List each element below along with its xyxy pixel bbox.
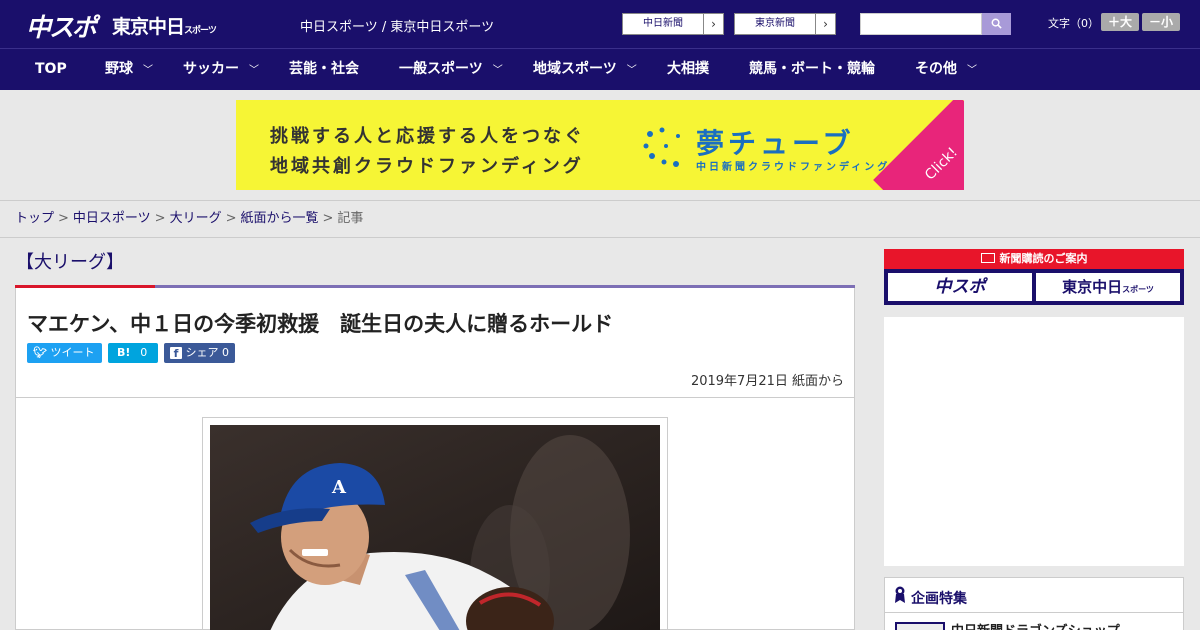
sidebar-ad[interactable] — [884, 317, 1184, 566]
article-headline: マエケン、中１日の今季初救援 誕生日の夫人に贈るホールド — [27, 312, 614, 336]
banner-brand: 夢チューブ — [696, 127, 855, 160]
font-larger-button[interactable]: ＋大 — [1101, 13, 1139, 31]
nav-label: 一般スポーツ — [399, 61, 483, 77]
chevron-down-icon: ﹀ — [143, 65, 153, 76]
article-divider — [16, 397, 854, 398]
breadcrumb-separator: > — [154, 211, 166, 226]
search-input[interactable] — [860, 13, 982, 35]
chevron-right-icon: › — [815, 14, 835, 34]
breadcrumb-current: 記事 — [337, 211, 364, 226]
nav-item-sumo[interactable]: 大相撲 — [667, 49, 709, 91]
nav-item-baseball[interactable]: 野球 ﹀ — [105, 49, 153, 91]
font-smaller-button[interactable]: －小 — [1142, 13, 1180, 31]
search-button[interactable] — [982, 13, 1011, 35]
nav-label: その他 — [915, 61, 957, 77]
banner-line-2: 地域共創クラウドファンディング — [270, 156, 584, 177]
subscription-title: 新聞購読のご案内 — [999, 252, 1088, 265]
subscribe-tokyo-small: スポーツ — [1122, 285, 1154, 294]
breadcrumb: トップ > 中日スポーツ > 大リーグ > 紙面から一覧 > 記事 — [0, 200, 1200, 238]
chunichi-shimbun-link[interactable]: 中日新聞 › — [622, 13, 724, 35]
chevron-right-icon: › — [703, 14, 723, 34]
breadcrumb-separator: > — [58, 211, 69, 226]
nav-item-racing[interactable]: 競馬・ボート・競輪 — [749, 49, 875, 91]
newspaper-icon — [980, 253, 995, 263]
hatena-bookmark-button[interactable]: B! 0 — [108, 343, 158, 363]
tokyo-chunichi-sports-logo[interactable]: 東京中日スポーツ — [112, 12, 217, 39]
banner-line-1: 挑戦する人と応援する人をつなぐ — [270, 126, 585, 147]
breadcrumb-separator: > — [322, 211, 334, 226]
breadcrumb-chunichi-sports[interactable]: 中日スポーツ — [73, 211, 151, 226]
nav-label: 地域スポーツ — [533, 61, 617, 77]
nav-item-soccer[interactable]: サッカー ﹀ — [183, 49, 259, 91]
chunichi-sports-logo[interactable]: 中スポ — [26, 8, 97, 44]
twitter-icon: 🐦︎ — [33, 346, 47, 359]
nav-label: 芸能・社会 — [289, 61, 359, 77]
chevron-down-icon: ﹀ — [626, 65, 637, 76]
breadcrumb-paper-list[interactable]: 紙面から一覧 — [241, 211, 319, 226]
nav-label: 野球 — [105, 61, 133, 77]
tokyo-shimbun-label: 東京新聞 — [755, 18, 795, 29]
pitcher-photo-illustration: A — [210, 425, 660, 630]
hatena-icon: B! — [117, 346, 131, 359]
banner-area: 挑戦する人と応援する人をつなぐ 地域共創クラウドファンディング 夢チューブ 中日… — [0, 90, 1200, 200]
nav-item-local-sports[interactable]: 地域スポーツ ﹀ — [533, 49, 637, 91]
facebook-share-label: シェア — [185, 346, 219, 359]
hatena-count: 0 — [140, 346, 148, 359]
breadcrumb-separator: > — [225, 211, 237, 226]
article-date: 2019年7月21日 紙面から — [690, 374, 844, 389]
tweet-label: ツイート — [50, 346, 95, 359]
feature-box: 企画特集 中日新聞ドラゴンズショップ — [884, 577, 1184, 630]
banner-brand-sub: 中日新聞クラウドファンディング — [696, 162, 891, 173]
nav-label: 競馬・ボート・競輪 — [749, 61, 875, 77]
feature-divider — [885, 612, 1183, 613]
site-name: 中日スポーツ / 東京中日スポーツ — [300, 20, 495, 35]
main-nav: TOP 野球 ﹀ サッカー ﹀ 芸能・社会 一般スポーツ ﹀ 地域スポーツ ﹀ 大相撲 … — [0, 48, 1200, 90]
nav-label: 大相撲 — [667, 61, 709, 77]
search-icon — [991, 18, 1002, 29]
breadcrumb-top[interactable]: トップ — [15, 211, 54, 226]
subscribe-tokyo-button[interactable]: 東京中日スポーツ — [1036, 273, 1180, 301]
breadcrumb-mlb[interactable]: 大リーグ — [170, 211, 222, 226]
nav-label: TOP — [35, 61, 67, 77]
svg-text:A: A — [331, 477, 347, 498]
top-bar: 中スポ 東京中日スポーツ 中日スポーツ / 東京中日スポーツ 中日新聞 › 東京… — [0, 0, 1200, 48]
facebook-share-button[interactable]: f シェア 0 — [164, 343, 235, 363]
article-category: 【大リーグ】 — [16, 252, 124, 273]
tokyo-logo-text: 東京中日 — [112, 16, 185, 38]
nav-item-top[interactable]: TOP — [35, 49, 67, 91]
subscription-box: 新聞購読のご案内 中スポ 東京中日スポーツ — [884, 249, 1184, 305]
nav-item-general-sports[interactable]: 一般スポーツ ﹀ — [399, 49, 503, 91]
tweet-button[interactable]: 🐦︎ ツイート — [27, 343, 102, 363]
ribbon-icon — [894, 586, 906, 604]
feature-thumbnail[interactable] — [895, 622, 945, 630]
chevron-down-icon: ﹀ — [492, 65, 503, 76]
article-card: マエケン、中１日の今季初救援 誕生日の夫人に贈るホールド 🐦︎ ツイート B! … — [15, 288, 855, 630]
feature-item-link[interactable]: 中日新聞ドラゴンズショップ — [951, 620, 1120, 630]
chevron-down-icon: ﹀ — [249, 65, 259, 76]
dots-logo-icon — [643, 127, 680, 167]
tokyo-logo-small: スポーツ — [184, 26, 217, 36]
subscribe-tokyo-label: 東京中日 — [1062, 278, 1123, 296]
article-photo-frame: A — [202, 417, 668, 630]
subscribe-chunichi-button[interactable]: 中スポ — [888, 273, 1032, 301]
facebook-count: 0 — [222, 346, 229, 359]
nav-item-other[interactable]: その他 ﹀ — [915, 49, 977, 91]
article-photo[interactable]: A — [210, 425, 660, 630]
chevron-down-icon: ﹀ — [967, 65, 977, 76]
facebook-icon: f — [170, 347, 182, 360]
feature-title: 企画特集 — [911, 591, 967, 607]
tokyo-shimbun-link[interactable]: 東京新聞 › — [734, 13, 836, 35]
nav-item-entertainment[interactable]: 芸能・社会 — [289, 49, 359, 91]
crowdfunding-banner-ad[interactable]: 挑戦する人と応援する人をつなぐ 地域共創クラウドファンディング 夢チューブ 中日… — [236, 100, 964, 190]
nav-label: サッカー — [183, 61, 239, 77]
chunichi-shimbun-label: 中日新聞 — [643, 18, 683, 29]
subscription-header: 新聞購読のご案内 — [884, 249, 1184, 269]
font-size-label: 文字（0） — [1048, 17, 1099, 30]
